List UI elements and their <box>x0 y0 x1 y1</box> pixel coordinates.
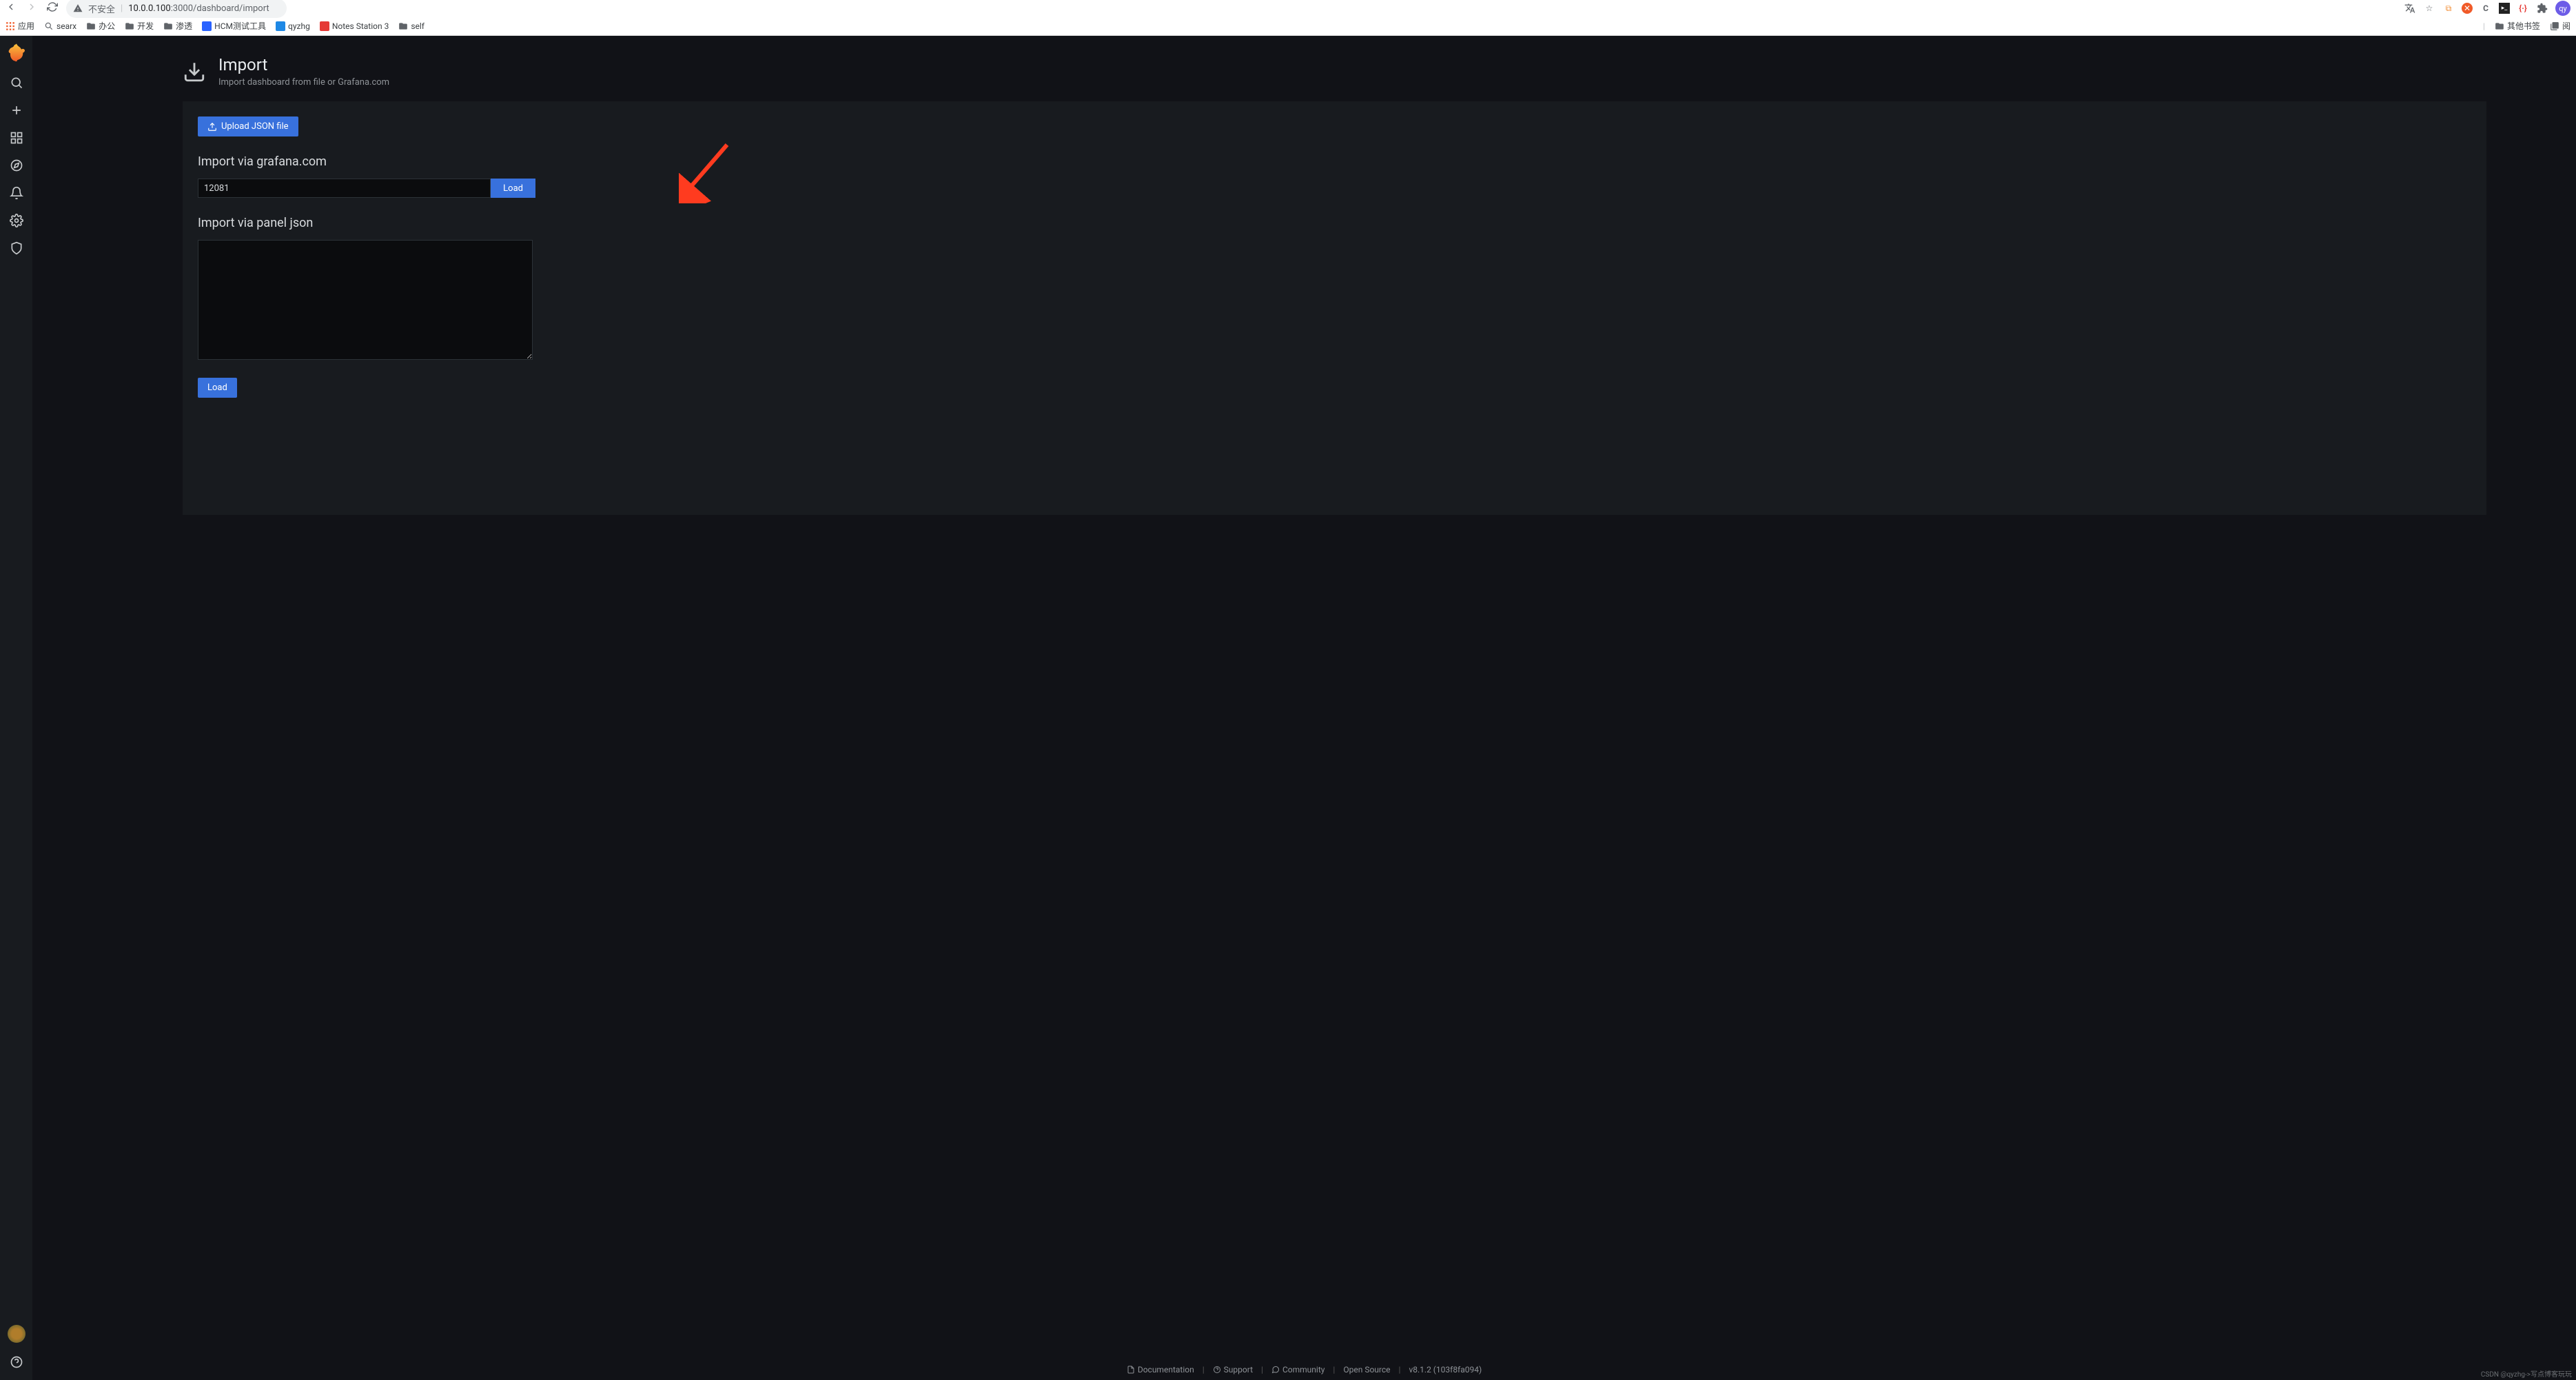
bookmark-self[interactable]: self <box>398 21 425 31</box>
upload-json-label: Upload JSON file <box>221 121 289 132</box>
browser-nav-bar: 不安全 | 10.0.0.100:3000/dashboard/import ☆… <box>0 0 2576 17</box>
main-content: Import Import dashboard from file or Gra… <box>32 36 2576 1380</box>
bookmark-label: 办公 <box>99 20 115 32</box>
search-icon[interactable] <box>10 76 23 90</box>
bookmark-readlist[interactable]: 阅 <box>2550 20 2570 32</box>
chrome-toolbar-right: ☆ ⧉ ✕ C ▸_ {·} qy <box>2404 1 2570 16</box>
bookmark-searx[interactable]: searx <box>44 21 76 31</box>
server-admin-icon[interactable] <box>10 241 23 255</box>
footer-support-label: Support <box>1224 1365 1253 1374</box>
insecure-label: 不安全 <box>88 2 115 15</box>
ext-icon-3[interactable]: C <box>2480 2 2492 14</box>
footer-doc-label: Documentation <box>1138 1365 1194 1374</box>
ext-icon-2[interactable]: ✕ <box>2462 3 2473 14</box>
footer-opensource-label: Open Source <box>1343 1365 1390 1374</box>
doc-icon <box>1127 1366 1135 1374</box>
alerting-icon[interactable] <box>10 186 23 200</box>
user-avatar[interactable] <box>8 1325 25 1343</box>
explore-icon[interactable] <box>10 159 23 172</box>
forward-icon[interactable] <box>26 1 37 15</box>
footer-community-link[interactable]: Community <box>1271 1365 1325 1374</box>
bookmark-label: 开发 <box>137 20 154 32</box>
section-grafana-com-heading: Import via grafana.com <box>198 154 2471 169</box>
annotation-arrow <box>679 141 734 203</box>
bookmark-apps[interactable]: 应用 <box>6 20 34 32</box>
bookmark-label: searx <box>57 21 76 31</box>
bookmark-hcm[interactable]: HCM测试工具 <box>202 20 266 32</box>
plus-icon[interactable] <box>10 103 23 117</box>
url-host: 10.0.0.100 <box>128 3 170 14</box>
star-icon[interactable]: ☆ <box>2423 2 2435 14</box>
footer-support-link[interactable]: Support <box>1213 1365 1253 1374</box>
reload-icon[interactable] <box>47 1 58 15</box>
back-icon[interactable] <box>6 1 17 15</box>
bookmark-notes[interactable]: Notes Station 3 <box>320 21 389 31</box>
bookmark-label: HCM测试工具 <box>214 20 266 32</box>
bookmark-pentest[interactable]: 渗透 <box>163 20 192 32</box>
footer: Documentation | Support | Community | Op… <box>32 1359 2576 1380</box>
community-icon <box>1271 1366 1280 1374</box>
csdn-watermark: CSDN @qyzhg->写点博客玩玩 <box>2481 1368 2572 1379</box>
load-gcom-button[interactable]: Load <box>491 179 535 198</box>
bookmark-label: qyzhg <box>288 21 310 31</box>
import-panel: Upload JSON file Import via grafana.com … <box>183 101 2486 515</box>
chrome-profile-avatar[interactable]: qy <box>2555 1 2570 16</box>
address-bar[interactable]: 不安全 | 10.0.0.100:3000/dashboard/import <box>66 0 287 18</box>
grafana-com-id-input[interactable] <box>198 179 491 198</box>
upload-icon <box>207 122 217 132</box>
section-panel-json-heading: Import via panel json <box>198 216 2471 230</box>
bookmark-label: 渗透 <box>176 20 192 32</box>
page-header: Import Import dashboard from file or Gra… <box>32 36 2576 101</box>
bookmark-apps-label: 应用 <box>18 20 34 32</box>
dashboards-icon[interactable] <box>10 131 23 145</box>
bookmark-dev[interactable]: 开发 <box>125 20 154 32</box>
configuration-icon[interactable] <box>10 214 23 227</box>
bookmark-qyzhg[interactable]: qyzhg <box>276 21 310 31</box>
load-json-button[interactable]: Load <box>198 378 237 398</box>
bookmark-label: 其他书签 <box>2507 20 2540 32</box>
page-subtitle: Import dashboard from file or Grafana.co… <box>218 77 389 88</box>
support-icon <box>1213 1366 1221 1374</box>
ext-icon-4[interactable]: ▸_ <box>2499 3 2510 14</box>
sidebar <box>0 36 32 1380</box>
ext-icon-1[interactable]: ⧉ <box>2442 2 2455 14</box>
footer-documentation-link[interactable]: Documentation <box>1127 1365 1194 1374</box>
ext-icon-5[interactable]: {·} <box>2517 2 2529 14</box>
bookmark-label: Notes Station 3 <box>332 21 389 31</box>
footer-community-label: Community <box>1282 1365 1325 1374</box>
bookmark-other[interactable]: 其他书签 <box>2495 20 2540 32</box>
bookmarks-bar: 应用 searx 办公 开发 渗透 HCM测试工具 qyzhg Notes St… <box>0 17 2576 36</box>
upload-json-button[interactable]: Upload JSON file <box>198 116 298 136</box>
bookmark-label: self <box>411 21 425 31</box>
url-path: :3000/dashboard/import <box>171 3 269 14</box>
bookmark-office[interactable]: 办公 <box>86 20 115 32</box>
footer-opensource-link[interactable]: Open Source <box>1343 1365 1390 1374</box>
page-title: Import <box>218 55 389 74</box>
translate-icon[interactable] <box>2404 2 2416 14</box>
grafana-logo-icon[interactable] <box>7 43 26 62</box>
extensions-icon[interactable] <box>2536 2 2548 14</box>
panel-json-textarea[interactable] <box>198 240 533 360</box>
help-icon[interactable] <box>10 1355 23 1369</box>
grafana-app: Import Import dashboard from file or Gra… <box>0 36 2576 1380</box>
footer-version: v8.1.2 (103f8fa094) <box>1409 1365 1482 1374</box>
import-icon <box>183 60 206 83</box>
insecure-icon <box>73 3 83 13</box>
bookmark-label: 阅 <box>2562 20 2570 32</box>
